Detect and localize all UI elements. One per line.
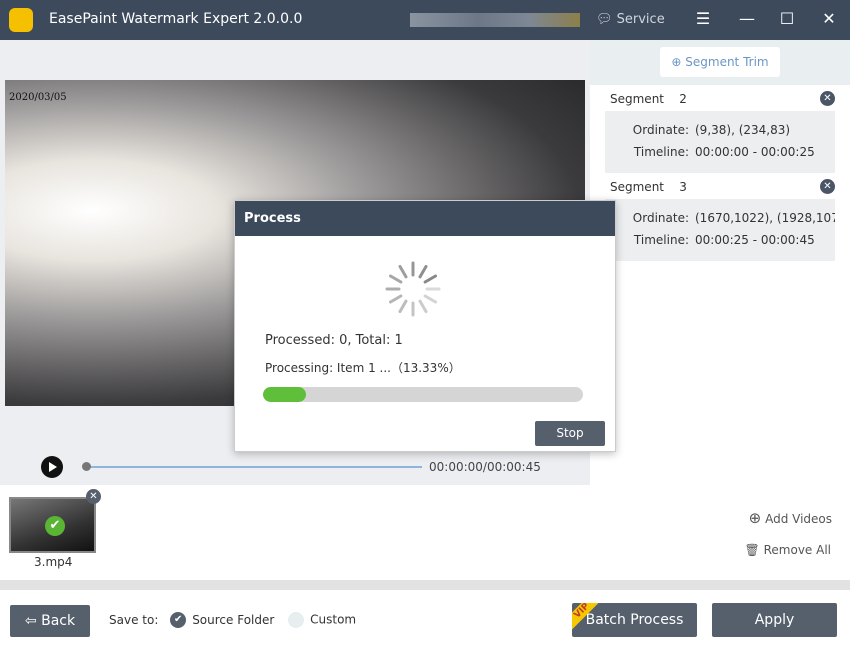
ordinate-label: Ordinate: <box>632 123 689 137</box>
spinner-spoke <box>423 294 438 304</box>
progress-fill <box>263 387 306 402</box>
timeline-value: 00:00:25 - 00:00:45 <box>695 233 815 247</box>
batch-process-label: Batch Process <box>585 612 684 628</box>
app-title: EasePaint Watermark Expert 2.0.0.0 <box>49 11 303 27</box>
service-label: Service <box>616 12 665 27</box>
source-folder-label: Source Folder <box>192 612 275 627</box>
plus-circle-icon: ⊕ <box>748 509 762 527</box>
timeline-label: Timeline: <box>633 145 689 159</box>
footer: ⇦ Back Save to: ✔ Source Folder Custom VI… <box>0 590 850 650</box>
batch-process-button[interactable]: VIP Batch Process <box>572 603 697 637</box>
add-videos-button[interactable]: ⊕ Add Videos <box>749 509 832 527</box>
chat-icon: 💬︎ <box>596 12 617 27</box>
add-videos-label: Add Videos <box>765 512 832 526</box>
segment-number: 2 <box>679 92 687 106</box>
maximize-icon[interactable]: ☐ <box>776 9 798 28</box>
processing-status: Processing: Item 1 ...（13.33%） <box>265 361 461 375</box>
play-button[interactable] <box>41 456 63 478</box>
video-thumbnail[interactable]: ✔ <box>9 497 96 553</box>
processed-count: Processed: 0, Total: 1 <box>265 333 403 348</box>
trash-icon: 🗑︎ <box>744 543 760 557</box>
spinner-spoke <box>418 264 428 279</box>
segment-item: Segment 3 ✕ Ordinate: (1670,1022), (1928,1… <box>590 175 850 261</box>
custom-label: Custom <box>310 612 357 627</box>
segment-label: Segment <box>610 92 664 106</box>
minimize-icon[interactable]: — <box>736 9 758 28</box>
save-to-label: Save to: <box>109 612 159 627</box>
ordinate-value: (9,38), (234,83) <box>695 123 791 137</box>
delete-segment-icon[interactable]: ✕ <box>820 179 835 194</box>
source-folder-radio[interactable]: ✔ <box>170 612 187 628</box>
remove-file-icon[interactable]: ✕ <box>86 489 101 504</box>
loading-spinner-icon <box>385 261 441 317</box>
timeline-value: 00:00:00 - 00:00:25 <box>695 145 815 159</box>
ordinate-label: Ordinate: <box>632 211 689 225</box>
custom-radio[interactable] <box>288 612 305 628</box>
playback-bar: 00:00:00/00:00:45 <box>0 446 590 486</box>
back-button[interactable]: ⇦ Back <box>10 605 90 637</box>
title-bar: EasePaint Watermark Expert 2.0.0.0 💬︎ Se… <box>0 0 850 40</box>
close-icon[interactable]: ✕ <box>818 9 840 28</box>
segment-trim-label: Segment Trim <box>685 55 769 69</box>
app-logo-icon <box>9 8 33 32</box>
menu-icon[interactable]: ☰ <box>692 9 714 28</box>
timeline-label: Timeline: <box>633 233 689 247</box>
spinner-spoke <box>388 274 403 284</box>
back-label: Back <box>41 613 76 629</box>
spinner-spoke <box>418 299 428 314</box>
divider <box>0 580 850 590</box>
remove-all-label: Remove All <box>763 543 831 557</box>
segment-number: 3 <box>679 180 687 194</box>
seek-slider[interactable] <box>86 466 422 468</box>
time-readout: 00:00:00/00:00:45 <box>429 460 541 474</box>
ordinate-value: (1670,1022), (1928,1076 <box>695 211 835 225</box>
spinner-spoke <box>398 299 408 314</box>
spinner-spoke <box>388 294 403 304</box>
dialog-title: Process <box>235 201 615 236</box>
service-button[interactable]: 💬︎ Service <box>596 12 665 27</box>
process-dialog: Process Processed: 0, Total: 1 Processin… <box>234 200 616 452</box>
save-to-group: Save to: ✔ Source Folder Custom <box>109 612 356 628</box>
file-name: 3.mp4 <box>34 555 73 569</box>
apply-button[interactable]: Apply <box>712 603 837 637</box>
file-list: ✔ ✕ 3.mp4 ⊕ Add Videos 🗑︎ Remove All <box>0 485 850 580</box>
spinner-spoke <box>423 274 438 284</box>
segment-trim-button[interactable]: ⊕ Segment Trim <box>660 47 780 77</box>
plus-circle-icon: ⊕ <box>671 55 686 69</box>
delete-segment-icon[interactable]: ✕ <box>820 91 835 106</box>
spinner-spoke <box>398 264 408 279</box>
segment-label: Segment <box>610 180 664 194</box>
blurred-account <box>410 13 580 27</box>
segment-panel: ⊕ Segment Trim Segment 2 ✕ Ordinate: (9,38… <box>590 40 850 485</box>
back-arrow-icon: ⇦ <box>24 613 42 629</box>
date-stamp: 2020/03/05 <box>9 92 67 103</box>
stop-button[interactable]: Stop <box>535 421 605 446</box>
remove-all-button[interactable]: 🗑︎ Remove All <box>745 543 831 557</box>
check-icon: ✔ <box>45 516 65 536</box>
progress-bar <box>263 387 583 402</box>
seek-handle[interactable] <box>82 462 91 471</box>
segment-item: Segment 2 ✕ Ordinate: (9,38), (234,83) Tim… <box>590 87 850 173</box>
